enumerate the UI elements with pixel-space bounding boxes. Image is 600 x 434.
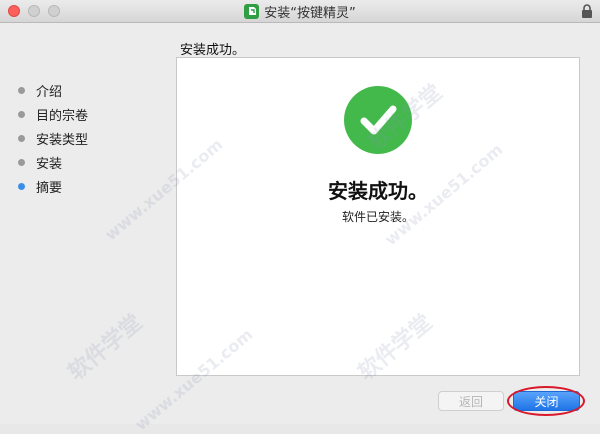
- installer-steps: 介绍 目的宗卷 安装类型 安装 摘要: [18, 78, 88, 198]
- step-dot-icon: [18, 134, 25, 142]
- step-install: 安装: [18, 150, 88, 174]
- watermark-text: 软件学堂: [63, 310, 148, 386]
- step-intro: 介绍: [18, 78, 88, 102]
- lock-icon[interactable]: [580, 3, 594, 19]
- content-panel: 安装成功。 软件已安装。: [176, 57, 580, 376]
- step-install-type: 安装类型: [18, 126, 88, 150]
- step-label: 摘要: [36, 180, 63, 196]
- success-message: 软件已安装。: [341, 210, 414, 224]
- step-summary: 摘要: [18, 174, 88, 198]
- step-label: 目的宗卷: [36, 108, 89, 124]
- window-title: 安装“按键精灵”: [264, 5, 356, 21]
- app-icon: [244, 3, 260, 19]
- step-destination: 目的宗卷: [18, 102, 88, 126]
- step-label: 安装: [36, 156, 63, 172]
- step-dot-icon: [18, 110, 25, 118]
- title-bar: 安装“按键精灵”: [0, 0, 600, 23]
- step-dot-icon: [18, 86, 25, 94]
- highlight-circle: [507, 386, 585, 416]
- back-button[interactable]: 返回: [438, 391, 504, 411]
- check-circle-icon: [344, 86, 412, 154]
- step-dot-icon: [18, 158, 25, 166]
- success-title: 安装成功。: [328, 179, 428, 203]
- page-heading: 安装成功。: [180, 43, 246, 58]
- step-label: 介绍: [36, 84, 63, 100]
- title-group: 安装“按键精灵”: [0, 0, 600, 22]
- step-dot-active-icon: [18, 182, 25, 190]
- installer-window: 安装“按键精灵” 介绍 目的宗卷 安装类型 安装 摘要 安装成功。 安装成功。 …: [0, 0, 600, 434]
- step-label: 安装类型: [36, 132, 89, 148]
